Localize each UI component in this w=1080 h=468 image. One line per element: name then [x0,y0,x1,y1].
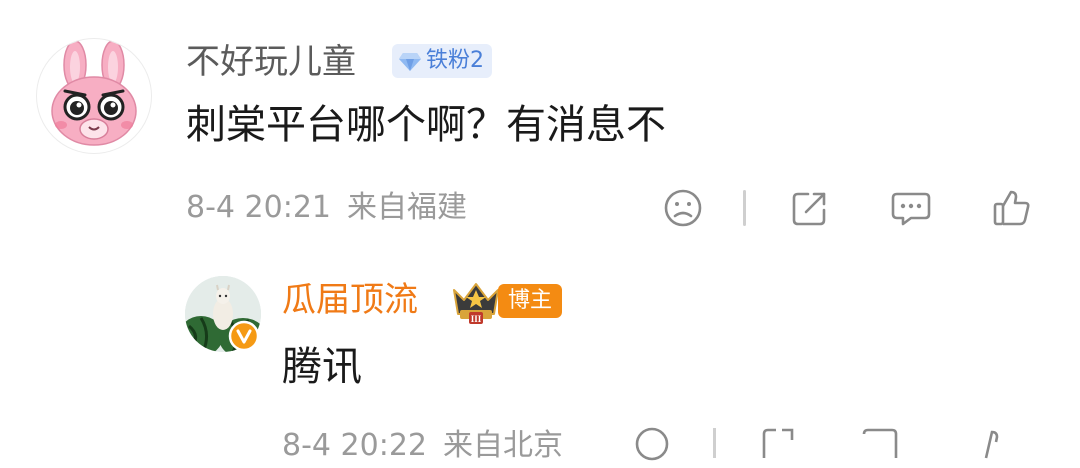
blogger-badge: 博主 [498,284,563,318]
like-icon[interactable] [990,186,1034,230]
share-icon[interactable] [758,424,798,464]
comment-text: 刺棠平台哪个啊？有消息不 [186,102,666,148]
rabbit-avatar-icon [51,40,137,146]
share-icon[interactable] [788,186,832,230]
fan-level-badge[interactable]: 铁粉2 [392,44,492,78]
diamond-icon [399,53,421,71]
crown-level-icon: III [453,283,499,324]
like-icon[interactable] [972,424,1012,464]
verified-badge-icon [228,320,260,352]
reply-text: 腾讯 [282,344,362,390]
comment-date: 8-4 20:21 [186,190,331,225]
dislike-face-icon[interactable] [632,424,672,464]
comment-location: 来自福建 [347,190,467,225]
comment-icon[interactable] [860,424,900,464]
reply-meta: 8-4 20:22 来自北京 [282,424,563,468]
action-divider [713,428,716,458]
comment-item: 不好玩儿童 铁粉2 刺棠平台哪个啊？有消息不 8-4 20:21 来自福建 [0,0,1080,250]
action-divider [743,190,746,226]
comment-username[interactable]: 不好玩儿童 [186,38,356,86]
reply-location: 来自北京 [443,428,563,463]
dislike-face-icon[interactable] [661,186,705,230]
reply-username[interactable]: 瓜届顶流 [282,276,418,324]
user-avatar[interactable] [36,38,152,154]
svg-text:III: III [471,314,482,324]
comment-icon[interactable] [889,186,933,230]
fan-badge-label: 铁粉2 [426,48,484,73]
comment-meta: 8-4 20:21 来自福建 [186,186,467,230]
reply-date: 8-4 20:22 [282,428,427,463]
